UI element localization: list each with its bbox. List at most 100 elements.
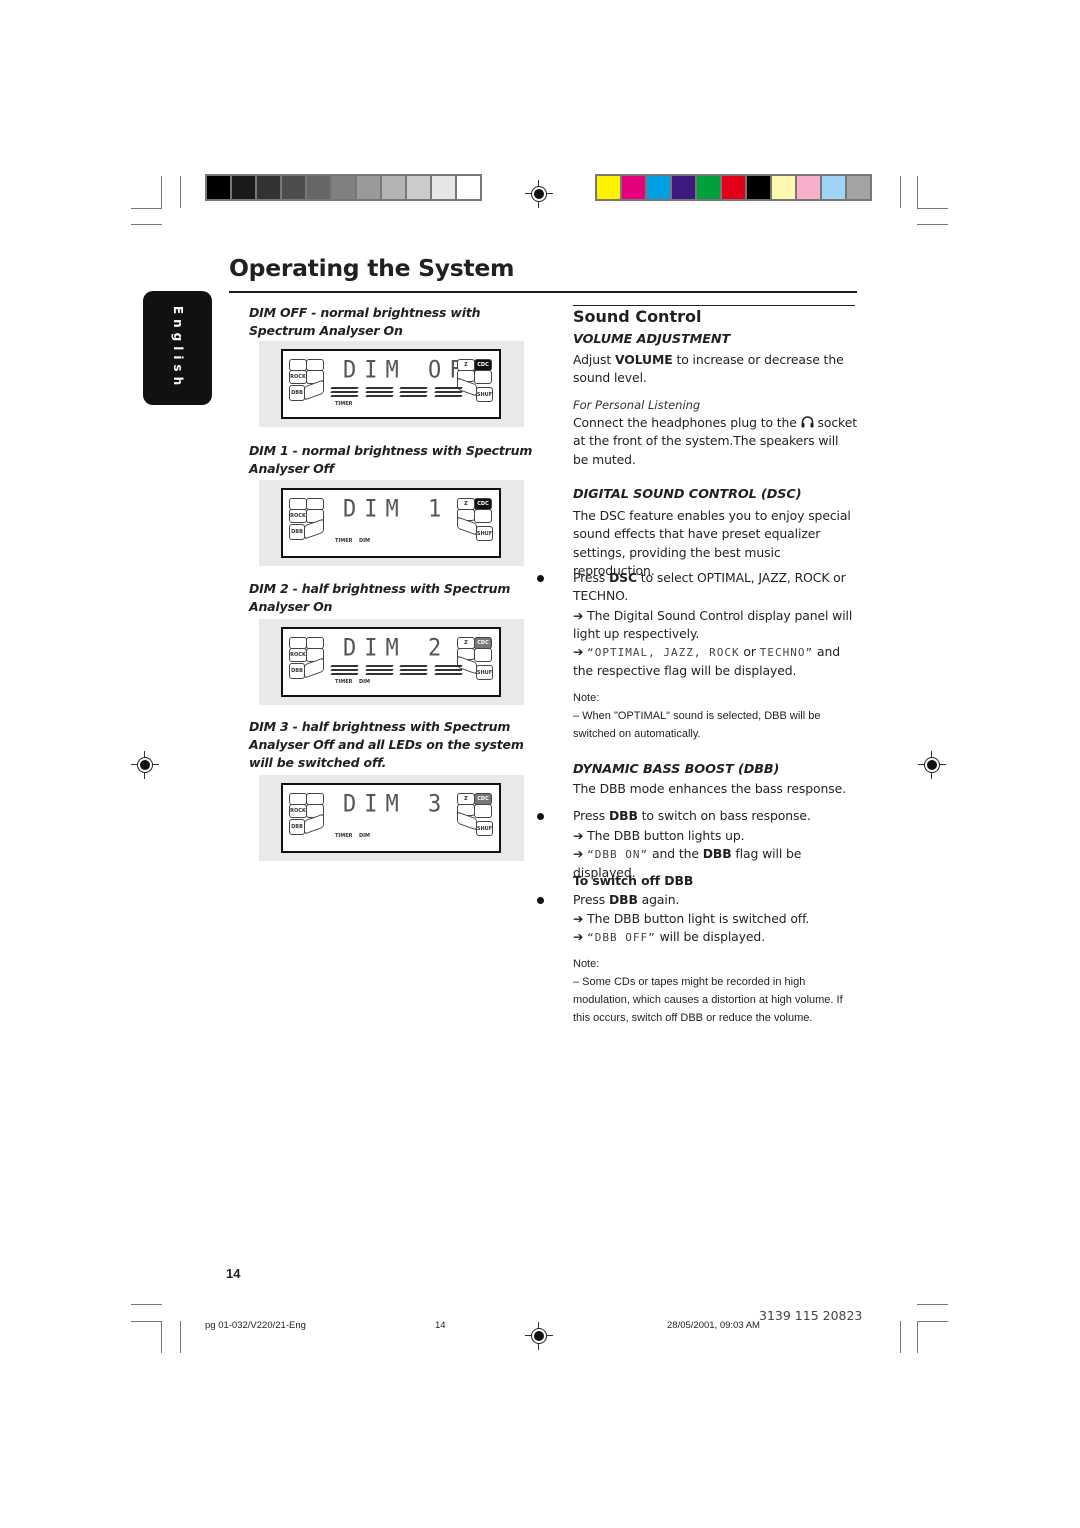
dbb-flag: DBB	[289, 819, 305, 835]
dbb-note-label: Note:	[573, 958, 600, 970]
spectrum-segment	[330, 673, 359, 675]
crop-mark	[917, 224, 948, 225]
volume-key: VOLUME	[614, 352, 673, 367]
timer-indicator: TIMER	[335, 538, 353, 544]
crop-mark	[180, 1321, 181, 1353]
lcd-panel-dim-2: DIM 2 ROCK DBB Z CDC SHUF TIMER DIM	[259, 619, 524, 705]
lcd-text: TECHNO”	[759, 646, 814, 659]
spectrum-band	[433, 387, 462, 401]
text: Press	[573, 808, 609, 823]
bullet-icon	[537, 897, 544, 904]
display-caption: DIM OFF - normal brightness with Spectru…	[249, 305, 481, 338]
dbb-key: DBB	[608, 808, 638, 823]
spectrum-segment	[364, 669, 393, 671]
dsc-note-label: Note:	[573, 692, 600, 704]
color-swatch	[822, 176, 845, 199]
crop-mark	[900, 176, 901, 208]
lcd-display: DIM 3 ROCK DBB Z CDC SHUF TIMER DIM	[281, 783, 501, 853]
volume-heading: VOLUME ADJUSTMENT	[573, 332, 731, 347]
dbb-intro: The DBB mode enhances the bass response.	[573, 781, 846, 796]
text: again.	[637, 892, 680, 907]
flag-cell	[474, 648, 492, 662]
color-swatch	[722, 176, 745, 199]
text: The Digital Sound Control display panel …	[573, 608, 853, 642]
crop-mark	[917, 1321, 918, 1353]
page-title: Operating the System	[229, 254, 515, 282]
spectrum-band	[364, 387, 393, 401]
footer-filename: pg 01-032/V220/21-Eng	[205, 1320, 306, 1331]
dbb-step: Press DBB to switch on bass response.	[573, 807, 857, 825]
color-swatch	[357, 176, 380, 199]
text: Adjust	[573, 352, 615, 367]
right-flag-group: Z CDC SHUF	[457, 793, 493, 843]
shuf-flag: SHUF	[476, 526, 493, 541]
spectrum-segment	[433, 395, 462, 397]
flag-cell	[474, 370, 492, 384]
language-tab: English	[143, 291, 212, 405]
arrow-icon: ➔	[573, 911, 584, 926]
dsc-note-text: – When "OPTIMAL" sound is selected, DBB …	[573, 710, 821, 740]
flag-cell	[474, 804, 492, 818]
color-swatch	[382, 176, 405, 199]
dsc-step: Press DSC to select OPTIMAL, JAZZ, ROCK …	[573, 569, 857, 606]
color-swatch	[457, 176, 480, 199]
color-swatch	[772, 176, 795, 199]
color-swatch	[232, 176, 255, 199]
dbb-flag: DBB	[702, 846, 732, 861]
spectrum-band	[399, 665, 428, 679]
spectrum-segment	[399, 391, 428, 393]
spectrum-segment	[399, 395, 428, 397]
product-code: 3139 115 20823	[759, 1308, 863, 1323]
crop-mark	[131, 208, 162, 209]
crop-mark	[131, 1304, 162, 1305]
color-swatch	[747, 176, 770, 199]
bullet-icon	[537, 813, 544, 820]
rock-flag: ROCK	[289, 370, 307, 384]
spectrum-segment	[364, 391, 393, 393]
registration-mark-icon	[918, 751, 946, 779]
dsc-heading: DIGITAL SOUND CONTROL (DSC)	[573, 487, 802, 502]
color-swatch	[207, 176, 230, 199]
right-flag-group: Z CDC SHUF	[457, 359, 493, 409]
left-flag-group: ROCK DBB	[289, 637, 325, 687]
dbb-off-step: Press DBB again.	[573, 891, 857, 909]
left-flag-group: ROCK DBB	[289, 793, 325, 843]
footer-datetime: 28/05/2001, 09:03 AM	[667, 1320, 760, 1331]
dbb-flag: DBB	[289, 663, 305, 679]
timer-indicator: TIMER	[335, 401, 353, 407]
crop-mark	[917, 208, 948, 209]
lcd-text: “DBB OFF”	[587, 931, 656, 944]
dbb-off-heading: To switch off DBB	[573, 873, 694, 888]
text: to switch on bass response.	[637, 808, 811, 823]
spectrum-segment	[330, 391, 359, 393]
arrow-icon: ➔	[573, 828, 584, 843]
dbb-key: DBB	[608, 892, 638, 907]
crop-mark	[917, 1304, 948, 1305]
display-caption: DIM 3 - half brightness with Spectrum An…	[249, 719, 524, 770]
section-title: Sound Control	[573, 307, 702, 326]
display-caption: DIM 2 - half brightness with Spectrum An…	[249, 581, 511, 614]
grayscale-calibration-bar	[205, 174, 482, 201]
registration-mark-icon	[131, 751, 159, 779]
spectrum-band	[433, 665, 462, 679]
volume-text: Adjust VOLUME to increase or decrease th…	[573, 351, 857, 388]
crop-mark	[161, 1321, 162, 1353]
spectrum-segment	[330, 665, 359, 667]
spectrum-segment	[399, 669, 428, 671]
spectrum-segment	[330, 669, 359, 671]
title-rule	[229, 291, 857, 293]
text: and the	[648, 846, 703, 861]
arrow-icon: ➔	[573, 608, 584, 623]
right-flag-group: Z CDC SHUF	[457, 637, 493, 687]
dim-indicator: DIM	[359, 679, 370, 685]
text: will be displayed.	[655, 929, 766, 944]
spectrum-band	[330, 665, 359, 679]
lcd-display: DIM 1 ROCK DBB Z CDC SHUF TIMER DIM	[281, 488, 501, 558]
footer-page: 14	[435, 1320, 446, 1331]
text: Connect the headphones plug to the	[573, 415, 801, 430]
left-flag-group: ROCK DBB	[289, 359, 325, 409]
lcd-panel-dim-off: DIM OFF ROCK DBB Z CDC SHUF TIMER	[259, 341, 524, 427]
color-swatch	[672, 176, 695, 199]
lcd-panel-dim-1: DIM 1 ROCK DBB Z CDC SHUF TIMER DIM	[259, 480, 524, 566]
lcd-text: DIM 1	[343, 495, 450, 524]
